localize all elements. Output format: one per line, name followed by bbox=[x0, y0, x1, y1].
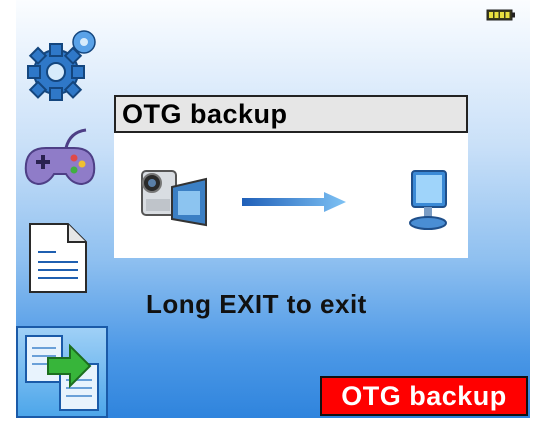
backup-transfer-icon bbox=[25, 335, 99, 411]
arrow-right-icon bbox=[242, 192, 346, 212]
camcorder-icon bbox=[141, 170, 207, 227]
gears-icon[interactable] bbox=[16, 24, 102, 110]
main-panel: OTG backup Long EXIT to exit OTG backup bbox=[16, 0, 530, 418]
exit-hint: Long EXIT to exit bbox=[146, 289, 367, 319]
dialog-body bbox=[114, 133, 468, 258]
device-screen: OTG backup Long EXIT to exit OTG backup bbox=[0, 0, 541, 429]
gamepad-icon[interactable] bbox=[16, 118, 102, 204]
status-badge: OTG backup bbox=[320, 376, 528, 416]
sidebar-item-otg-backup[interactable] bbox=[16, 326, 108, 418]
battery-full-icon bbox=[486, 9, 515, 21]
computer-icon bbox=[409, 170, 447, 230]
document-icon[interactable] bbox=[16, 212, 102, 298]
dialog-title: OTG backup bbox=[114, 95, 468, 133]
